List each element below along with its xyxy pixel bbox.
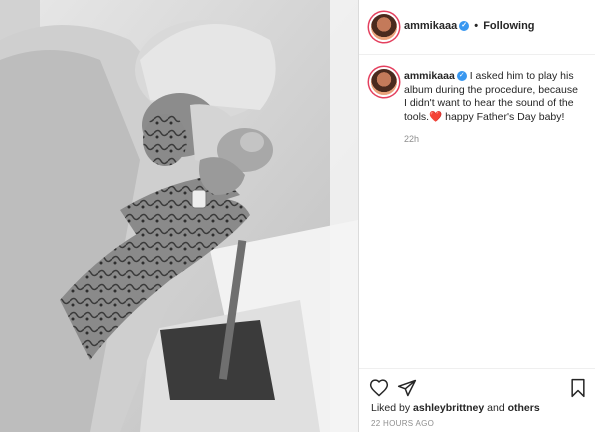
caption-avatar[interactable] [371,69,397,95]
likes-prefix: Liked by [371,402,411,414]
post-timestamp[interactable]: 22 HOURS AGO [371,419,434,428]
heart-emoji: ❤️ [429,110,443,123]
instagram-post: ammikaaa ✓ • Following ammikaaa ✓ I asked … [0,0,595,432]
bookmark-icon[interactable] [569,378,587,403]
avatar[interactable] [371,14,397,40]
post-header: ammikaaa ✓ • Following [359,0,595,55]
verified-badge-icon: ✓ [456,71,467,82]
caption-comment: ammikaaa ✓ I asked him to play his album … [359,55,595,144]
header-username[interactable]: ammikaaa [404,20,457,32]
likes-user[interactable]: ashleybrittney [413,402,484,414]
caption-text: ammikaaa ✓ I asked him to play his album … [404,70,581,124]
following-button[interactable]: Following [483,20,534,32]
likes-and: and [487,402,505,414]
header-user-line: ammikaaa ✓ • Following [404,20,535,32]
post-photo-image [0,0,358,432]
caption-body-end: happy Father's Day baby! [442,110,565,123]
likes-others[interactable]: others [508,402,540,414]
caption-timestamp[interactable]: 22h [404,134,581,144]
separator-dot: • [474,20,479,32]
likes-line: Liked by ashleybrittney and others [371,402,540,414]
paper-plane-icon[interactable] [397,378,417,403]
verified-badge-icon: ✓ [459,21,470,32]
post-photo[interactable] [0,0,358,432]
heart-icon[interactable] [369,378,389,403]
caption-username[interactable]: ammikaaa [404,70,455,82]
post-sidebar: ammikaaa ✓ • Following ammikaaa ✓ I asked … [358,0,595,432]
